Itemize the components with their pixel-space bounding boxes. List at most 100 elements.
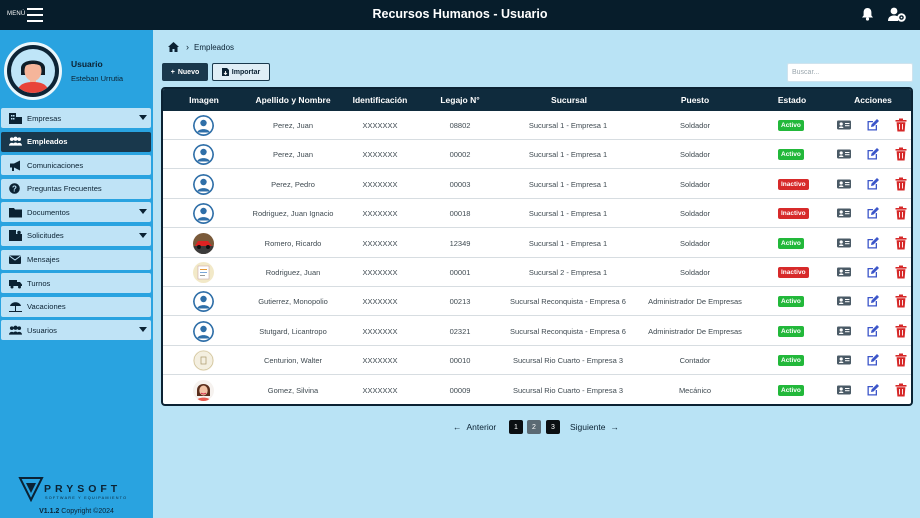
employee-photo	[193, 203, 214, 225]
column-header-identificacion[interactable]: Identificación	[343, 95, 417, 105]
table-row: Romero, Ricardo XXXXXXX 12349 Sucursal 1 - …	[163, 229, 911, 258]
id-card-icon[interactable]	[837, 236, 851, 250]
employee-legajo: 00009	[449, 385, 471, 395]
trash-icon[interactable]	[894, 383, 908, 397]
edit-icon[interactable]	[866, 147, 880, 161]
page-button-2[interactable]: 2	[527, 420, 541, 434]
edit-icon[interactable]	[866, 353, 880, 367]
import-button[interactable]: Importar	[212, 63, 270, 81]
question-icon: ?	[9, 183, 20, 195]
column-header-puesto[interactable]: Puesto	[635, 95, 755, 105]
previous-label: Anterior	[466, 422, 497, 432]
employee-photo	[193, 320, 214, 342]
column-header-nombre[interactable]: Apellido y Nombre	[243, 95, 343, 105]
user-settings-icon[interactable]	[888, 7, 906, 22]
chevron-down-icon[interactable]	[139, 232, 147, 238]
pagination-previous[interactable]: ← Anterior	[453, 422, 496, 432]
trash-icon[interactable]	[894, 265, 908, 279]
id-card-icon[interactable]	[837, 383, 851, 397]
search-input[interactable]	[787, 63, 913, 82]
pagination-next[interactable]: Siguiente →	[570, 422, 619, 432]
new-employee-button[interactable]: + Nuevo	[162, 63, 208, 81]
trash-icon[interactable]	[894, 177, 908, 191]
employee-sucursal: Sucursal Rio Cuarto - Empresa 3	[512, 356, 624, 366]
envelope-icon	[9, 255, 21, 265]
app-title: Recursos Humanos - Usuario	[372, 7, 548, 21]
employee-puesto: Contador	[679, 356, 711, 366]
sidebar-item-comunicaciones[interactable]: Comunicaciones	[1, 155, 151, 176]
employee-photo	[193, 115, 214, 136]
id-card-icon[interactable]	[837, 353, 851, 367]
status-badge: Inactivo	[778, 178, 809, 190]
id-card-icon[interactable]	[837, 118, 851, 132]
column-header-estado[interactable]: Estado	[763, 95, 821, 105]
trash-icon[interactable]	[894, 236, 908, 250]
employee-id: XXXXXXX	[362, 356, 398, 366]
edit-icon[interactable]	[866, 383, 880, 397]
sidebar-item-preguntas-frecuentes[interactable]: ? Preguntas Frecuentes	[1, 178, 151, 199]
page-button-1[interactable]: 1	[509, 420, 523, 434]
id-card-icon[interactable]	[837, 294, 851, 308]
edit-icon[interactable]	[866, 177, 880, 191]
edit-icon[interactable]	[866, 294, 880, 308]
edit-icon[interactable]	[866, 206, 880, 220]
edit-icon[interactable]	[866, 236, 880, 250]
sidebar-item-label: Mensajes	[27, 255, 60, 265]
prysoft-logo-icon	[18, 477, 44, 502]
id-card-icon[interactable]	[837, 206, 851, 220]
chevron-down-icon[interactable]	[139, 209, 147, 215]
column-header-sucursal[interactable]: Sucursal	[509, 95, 629, 105]
trash-icon[interactable]	[894, 353, 908, 367]
column-header-legajo[interactable]: Legajo N°	[423, 95, 497, 105]
employee-puesto: Administrador De Empresas	[648, 326, 742, 336]
home-icon[interactable]	[168, 42, 179, 52]
employee-legajo: 00002	[449, 150, 471, 160]
file-import-icon	[221, 68, 229, 76]
id-card-icon[interactable]	[837, 265, 851, 279]
sidebar-item-label: Empleados	[27, 137, 68, 147]
column-header-imagen[interactable]: Imagen	[171, 95, 237, 105]
sidebar-item-solicitudes[interactable]: Solicitudes	[1, 225, 151, 246]
employee-name: Perez, Juan	[272, 121, 314, 130]
id-card-icon[interactable]	[837, 147, 851, 161]
megaphone-icon	[10, 160, 20, 171]
sidebar-item-empleados[interactable]: Empleados	[1, 131, 151, 152]
id-card-icon[interactable]	[837, 324, 851, 338]
trash-icon[interactable]	[894, 206, 908, 220]
status-badge: Activo	[778, 237, 804, 249]
edit-icon[interactable]	[866, 118, 880, 132]
id-card-icon[interactable]	[837, 177, 851, 191]
employee-photo	[193, 262, 214, 283]
users-icon	[9, 325, 22, 335]
employee-id: XXXXXXX	[362, 268, 398, 277]
sidebar-item-label: Preguntas Frecuentes	[27, 184, 102, 194]
sidebar-item-documentos[interactable]: Documentos	[1, 202, 151, 223]
sidebar-item-empresas[interactable]: Empresas	[1, 108, 151, 128]
employee-id: XXXXXXX	[362, 326, 398, 336]
sidebar-item-mensajes[interactable]: Mensajes	[1, 249, 151, 270]
trash-icon[interactable]	[894, 147, 908, 161]
trash-icon[interactable]	[894, 324, 908, 338]
sidebar-item-usuarios[interactable]: Usuarios	[1, 320, 151, 341]
employee-id: XXXXXXX	[362, 179, 398, 189]
employee-name: Perez, Pedro	[271, 179, 315, 189]
employee-legajo: 00003	[449, 179, 471, 189]
chevron-down-icon[interactable]	[139, 115, 147, 120]
plus-icon: +	[170, 68, 175, 76]
employee-photo	[193, 379, 214, 401]
trash-icon[interactable]	[894, 294, 908, 308]
sidebar-item-label: Turnos	[27, 278, 51, 288]
sidebar-item-turnos[interactable]: Turnos	[1, 273, 151, 294]
employee-sucursal: Sucursal 1 - Empresa 1	[528, 179, 608, 189]
table-row: Gutierrez, Monopolio XXXXXXX 00213 Sucursal…	[163, 287, 911, 317]
employee-id: XXXXXXX	[362, 238, 398, 248]
column-header-acciones: Acciones	[854, 95, 892, 105]
sidebar-item-vacaciones[interactable]: Vacaciones	[1, 296, 151, 317]
edit-icon[interactable]	[866, 265, 880, 279]
chevron-down-icon[interactable]	[139, 327, 147, 333]
page-button-3[interactable]: 3	[546, 420, 560, 434]
edit-icon[interactable]	[866, 324, 880, 338]
bell-icon[interactable]	[861, 7, 874, 21]
employee-sucursal: Sucursal Reconquista - Empresa 6	[510, 326, 626, 336]
trash-icon[interactable]	[894, 118, 908, 132]
